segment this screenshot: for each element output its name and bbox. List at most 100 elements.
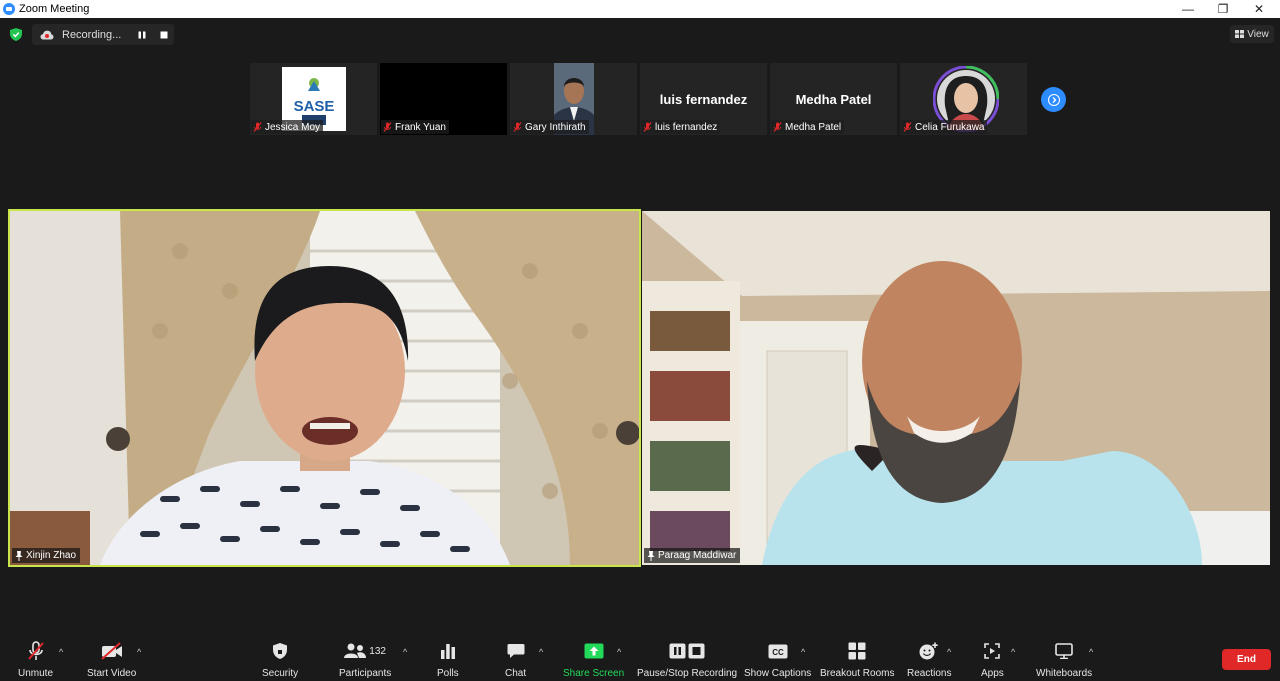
svg-text:CC: CC [772, 648, 784, 657]
close-button[interactable]: ✕ [1242, 0, 1276, 18]
zoom-app-icon [3, 3, 15, 15]
breakout-rooms-icon [848, 642, 866, 660]
meeting-toolbar: Unmute ^ Start Video ^ Security 132 Part… [0, 632, 1280, 681]
pin-icon [647, 550, 655, 561]
chat-options-caret-icon[interactable]: ^ [539, 647, 543, 657]
participant-name: Frank Yuan [395, 121, 446, 133]
participant-name: Jessica Moy [265, 121, 321, 133]
video-off-icon [100, 642, 122, 660]
closed-captions-icon: CC [768, 644, 788, 658]
minimize-button[interactable]: — [1171, 0, 1205, 18]
whiteboards-button[interactable]: Whiteboards [1036, 640, 1092, 679]
window-title: Zoom Meeting [19, 3, 90, 15]
security-label: Security [262, 668, 299, 679]
participant-name: Xinjin Zhao [26, 550, 77, 561]
video-tile-paraag-maddiwar[interactable]: Paraag Maddiwar [642, 211, 1270, 565]
chat-label: Chat [505, 668, 527, 679]
participants-count: 132 [369, 645, 386, 657]
emoji-reaction-icon [919, 642, 938, 660]
polls-label: Polls [437, 668, 459, 679]
whiteboards-label: Whiteboards [1036, 668, 1093, 679]
share-screen-icon [584, 643, 604, 659]
participant-name-tag: Paraag Maddiwar [644, 548, 741, 563]
participants-icon [344, 643, 367, 658]
video-options-caret-icon[interactable]: ^ [137, 647, 141, 657]
audio-options-caret-icon[interactable]: ^ [59, 647, 63, 657]
pause-stop-recording-label: Pause/Stop Recording [637, 668, 738, 679]
whiteboards-options-caret-icon[interactable]: ^ [1089, 647, 1093, 657]
show-captions-label: Show Captions [744, 668, 812, 679]
share-screen-label: Share Screen [563, 668, 625, 679]
pause-recording-icon[interactable] [136, 29, 148, 41]
participant-name: Celia Furukawa [915, 121, 985, 133]
recording-label: Recording... [62, 28, 122, 41]
pause-stop-recording-button[interactable]: Pause/Stop Recording [637, 640, 737, 679]
apps-icon [984, 643, 1001, 659]
apps-button[interactable]: Apps [981, 640, 1004, 679]
share-options-caret-icon[interactable]: ^ [617, 647, 621, 657]
participant-tile-jessica-moy[interactable]: SASE Jessica Moy [250, 63, 377, 135]
grid-view-icon [1235, 30, 1245, 38]
reactions-button[interactable]: Reactions [907, 640, 951, 679]
polls-icon [440, 644, 455, 659]
participant-name-tag: Celia Furukawa [901, 120, 988, 134]
security-button[interactable]: Security [262, 640, 298, 679]
end-meeting-button[interactable]: End [1222, 649, 1271, 670]
reactions-label: Reactions [907, 668, 952, 679]
participant-video-feed [10, 211, 639, 565]
participant-name-tag: Xinjin Zhao [12, 548, 81, 563]
apps-label: Apps [981, 668, 1004, 679]
participant-name: Gary Inthirath [525, 121, 586, 133]
chat-button[interactable]: Chat [505, 640, 526, 679]
window-titlebar: Zoom Meeting — ❐ ✕ [0, 0, 1280, 18]
muted-mic-icon [513, 122, 522, 132]
next-page-button[interactable] [1041, 87, 1066, 112]
participant-tile-gary-inthirath[interactable]: Gary Inthirath [510, 63, 637, 135]
breakout-rooms-button[interactable]: Breakout Rooms [820, 640, 894, 679]
video-tile-xinjin-zhao[interactable]: Xinjin Zhao [8, 209, 641, 567]
participant-name: Medha Patel [785, 121, 842, 133]
participant-tile-luis-fernandez[interactable]: luis fernandez luis fernandez [640, 63, 767, 135]
participants-label: Participants [339, 668, 392, 679]
polls-button[interactable]: Polls [437, 640, 459, 679]
muted-microphone-icon [27, 641, 44, 660]
muted-mic-icon [383, 122, 392, 132]
captions-options-caret-icon[interactable]: ^ [801, 647, 805, 657]
participant-name-tag: Gary Inthirath [511, 120, 589, 134]
participant-display-name: luis fernandez [659, 92, 748, 107]
participant-name-tag: Frank Yuan [381, 120, 449, 134]
restore-button[interactable]: ❐ [1206, 0, 1240, 18]
muted-mic-icon [773, 122, 782, 132]
participant-name-tag: luis fernandez [641, 120, 721, 134]
sase-logo-text: SASE [294, 98, 335, 115]
start-video-label: Start Video [87, 668, 137, 679]
unmute-label: Unmute [18, 668, 54, 679]
show-captions-button[interactable]: CC Show Captions [744, 640, 811, 679]
chevron-right-icon [1047, 93, 1060, 106]
reactions-options-caret-icon[interactable]: ^ [947, 647, 951, 657]
stop-recording-icon[interactable] [158, 29, 170, 41]
participant-name-tag: Jessica Moy [251, 120, 324, 134]
view-button[interactable]: View [1230, 25, 1274, 43]
participant-tile-celia-furukawa[interactable]: Celia Furukawa [900, 63, 1027, 135]
view-label: View [1247, 28, 1269, 40]
encryption-shield-icon[interactable] [10, 28, 22, 41]
breakout-rooms-label: Breakout Rooms [820, 668, 895, 679]
participants-options-caret-icon[interactable]: ^ [403, 647, 407, 657]
participant-tile-frank-yuan[interactable]: Frank Yuan [380, 63, 507, 135]
participant-tile-medha-patel[interactable]: Medha Patel Medha Patel [770, 63, 897, 135]
apps-options-caret-icon[interactable]: ^ [1011, 647, 1015, 657]
participants-button[interactable]: 132 Participants [339, 640, 391, 679]
participant-name: luis fernandez [655, 121, 718, 133]
start-video-button[interactable]: Start Video [87, 640, 136, 679]
share-screen-button[interactable]: Share Screen [563, 640, 624, 679]
participant-display-name: Medha Patel [795, 92, 872, 107]
muted-mic-icon [903, 122, 912, 132]
muted-mic-icon [253, 122, 262, 132]
recording-indicator: Recording... [32, 24, 174, 45]
pause-stop-recording-icon [669, 643, 705, 659]
chat-bubble-icon [507, 644, 525, 658]
unmute-button[interactable]: Unmute [18, 640, 53, 679]
participant-video-feed [642, 211, 1270, 565]
participant-name: Paraag Maddiwar [658, 550, 737, 561]
